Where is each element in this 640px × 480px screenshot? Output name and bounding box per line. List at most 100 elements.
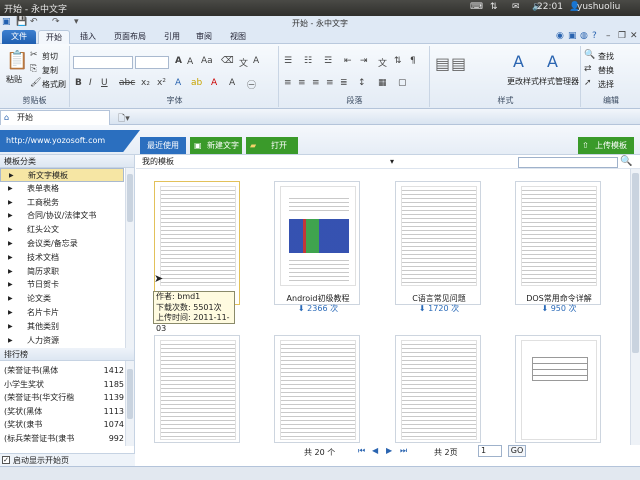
char-border-icon[interactable]: A [253,56,259,66]
tab-references[interactable]: 引用 [158,30,186,44]
category-item[interactable]: ▶ 人力资源 [0,334,134,348]
expand-icon[interactable]: ▶ [8,237,13,251]
strikethrough-icon[interactable]: abc [119,78,135,88]
replace-icon[interactable]: ⇄ [584,64,592,74]
increase-indent-icon[interactable]: ⇥ [360,56,368,66]
expand-icon[interactable]: ▶ [8,182,13,196]
borders-icon[interactable]: ▢ [398,78,407,88]
align-center-icon[interactable]: ≡ [298,78,306,88]
char-shading-icon[interactable]: A [229,78,235,88]
multilevel-icon[interactable]: ☲ [324,56,332,66]
template-card[interactable]: Android初级教程 ⬇ 2366 次 [274,181,360,313]
shading-icon[interactable]: ▦ [378,78,387,88]
clock-time[interactable]: 22:01 [537,2,563,12]
expand-icon[interactable]: ▶ [8,196,13,210]
highlight-icon[interactable]: ab [191,78,202,88]
content-scrollbar[interactable] [630,169,640,445]
page-number-input[interactable]: 1 [478,445,502,457]
close-icon[interactable]: ✕ [630,31,638,41]
prev-page-icon[interactable]: ◀ [372,446,378,455]
startup-checkbox[interactable]: ✓ [2,456,10,464]
template-card[interactable] [274,335,360,443]
expand-icon[interactable]: ▶ [8,223,13,237]
phonetic-icon[interactable]: 文 [239,56,248,69]
paste-icon[interactable]: 📋 [6,50,28,71]
ranking-item[interactable]: (荣誉证书(黑体 1412 [0,364,124,378]
format-painter-button[interactable]: 格式刷 [42,79,66,90]
expand-icon[interactable]: ▶ [8,292,13,306]
copy-icon[interactable]: ⎘ [30,64,37,74]
new-text-button[interactable]: ▣ 新建文字 [190,137,242,154]
replace-button[interactable]: 替换 [598,65,614,76]
template-card[interactable]: DOS常用命令详解 ⬇ 950 次 [515,181,601,313]
expand-icon[interactable]: ▶ [8,278,13,292]
style-manager-button[interactable]: 样式管理器 [539,76,579,87]
refresh-icon[interactable]: ◉ [556,31,564,41]
template-search-input[interactable] [518,157,618,168]
category-item[interactable]: ▶ 其他类别 [0,320,134,334]
next-page-icon[interactable]: ▶ [386,446,392,455]
show-marks-icon[interactable]: ¶ [410,56,416,66]
category-item[interactable]: ▶ 简历求职 [0,265,134,279]
bold-icon[interactable]: B [75,78,82,88]
last-page-icon[interactable]: ⏭ [400,446,407,456]
font-family-select[interactable] [73,56,133,69]
ranking-scroll-thumb[interactable] [127,369,133,419]
category-item[interactable]: ▶ 表单表格 [0,182,134,196]
startup-toggle[interactable]: ✓ 启动显示开始页 [0,453,135,466]
ranking-item[interactable]: (标兵荣誉证书(隶书 992 [0,432,124,446]
template-card[interactable] [515,335,601,443]
decrease-indent-icon[interactable]: ⇤ [344,56,352,66]
format-painter-icon[interactable]: 🖌 [30,78,41,88]
line-spacing-icon[interactable]: ↕ [358,78,366,88]
tab-review[interactable]: 审阅 [190,30,218,44]
expand-icon[interactable]: ▶ [9,169,14,183]
change-style-icon[interactable]: A [513,52,524,71]
ranking-item[interactable]: (荣誉证书(华文行楷 1139 [0,391,124,405]
template-card[interactable] [154,181,240,305]
style-gallery-more-icon[interactable]: ▤ [451,54,466,73]
italic-icon[interactable]: I [89,78,92,88]
superscript-icon[interactable]: x² [157,78,166,88]
sort-dropdown-icon[interactable]: ▾ [390,155,394,169]
template-card[interactable] [395,335,481,443]
sort-icon[interactable]: ⇅ [394,56,402,66]
help-icon[interactable]: ? [592,31,597,41]
text-effect-icon[interactable]: A [175,78,181,88]
subscript-icon[interactable]: x₂ [141,78,150,88]
first-page-icon[interactable]: ⏮ [358,446,365,456]
category-item[interactable]: ▶ 红头公文 [0,223,134,237]
category-item[interactable]: ▶ 合同/协议/法律文书 [0,209,134,223]
category-item[interactable]: ▶ 技术文档 [0,251,134,265]
upload-template-button[interactable]: ⇧ 上传模板 [578,137,634,154]
mail-icon[interactable]: ✉ [512,2,520,12]
expand-icon[interactable]: ▶ [8,334,13,348]
numbering-icon[interactable]: ☷ [304,56,312,66]
style-gallery-icon[interactable]: ▤ [435,54,450,73]
chinese-layout-icon[interactable]: 文 [378,56,387,69]
copy-button[interactable]: 复制 [42,65,58,76]
align-left-icon[interactable]: ≡ [284,78,292,88]
recent-button[interactable]: 最近使用 [140,137,186,154]
content-scroll-thumb[interactable] [632,173,639,353]
search-icon[interactable]: 🔍 [620,155,632,169]
ranking-item[interactable]: (奖状(黑体 1113 [0,405,124,419]
style-manager-icon[interactable]: A [547,52,558,71]
category-item[interactable]: ▶ 工商税务 [0,196,134,210]
category-scroll-thumb[interactable] [127,174,133,222]
tab-home[interactable]: 开始 [38,30,70,44]
cut-icon[interactable]: ✂ [30,50,38,60]
align-right-icon[interactable]: ≡ [312,78,320,88]
minimize-icon[interactable]: – [606,31,611,41]
category-item[interactable]: ▶ 新文字模板 [0,168,124,182]
go-button[interactable]: GO [508,445,526,457]
select-button[interactable]: 选择 [598,79,614,90]
bullets-icon[interactable]: ☰ [284,56,292,66]
category-item[interactable]: ▶ 会议类/备忘录 [0,237,134,251]
justify-icon[interactable]: ≡ [326,78,334,88]
ranking-item[interactable]: (奖状(隶书 1074 [0,418,124,432]
expand-icon[interactable]: ▶ [8,209,13,223]
select-icon[interactable]: ➚ [584,78,592,88]
ranking-item[interactable]: 小学生奖状 1185 [0,378,124,392]
window-icon[interactable]: ▣ [568,31,577,41]
